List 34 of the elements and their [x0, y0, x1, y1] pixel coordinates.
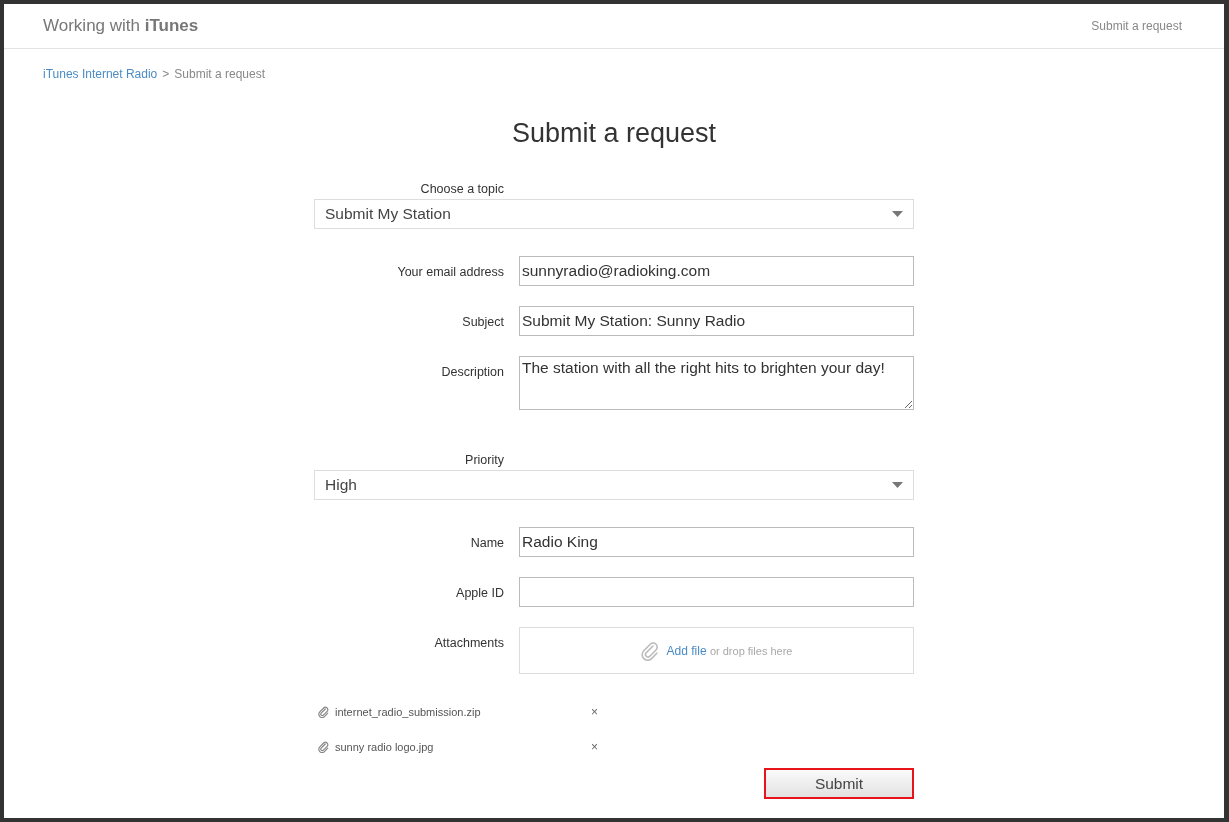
submit-button[interactable]: Submit [764, 768, 914, 799]
caret-icon [892, 482, 903, 488]
remove-button[interactable]: × [591, 704, 598, 719]
field-label: Name [470, 536, 504, 550]
field-label: Your email address [397, 265, 504, 279]
input-field[interactable] [519, 577, 914, 607]
attachment-name: sunny radio logo.jpg [335, 740, 435, 753]
field-label: Subject [462, 315, 504, 329]
breadcrumb-link[interactable]: iTunes Internet Radio [43, 67, 158, 81]
caret-icon [892, 211, 903, 217]
page-title: Submit a request [510, 118, 718, 149]
input-field[interactable]: sunnyradio@radioking.com [519, 256, 914, 286]
field-label: Attachments [434, 636, 504, 650]
input-field[interactable]: Submit My Station: Sunny Radio [519, 306, 914, 336]
dropdown[interactable]: Submit My Station [314, 199, 914, 229]
breadcrumb-separator: > [162, 67, 170, 81]
input-field[interactable]: Radio King [519, 527, 914, 557]
paperclip-icon [318, 705, 329, 718]
field-label: Priority [465, 453, 504, 467]
remove-button[interactable]: × [591, 739, 598, 754]
drop-hint: or drop files here [709, 644, 793, 657]
paperclip-icon [318, 740, 329, 753]
field-label: Description [441, 365, 504, 379]
dropdown[interactable]: High [314, 470, 914, 500]
add-file-link[interactable]: Add file [666, 643, 707, 658]
file-drop-zone[interactable]: Add file or drop files here [519, 627, 914, 674]
site-title[interactable]: Working with iTunes [43, 16, 199, 36]
nav-link[interactable]: Submit a request [1091, 19, 1182, 33]
field-label: Choose a topic [420, 182, 504, 196]
breadcrumb-current: Submit a request [174, 67, 266, 81]
text-area[interactable]: The station with all the right hits to brighten your day! [519, 356, 914, 410]
field-label: Apple ID [456, 586, 504, 600]
paperclip-icon [640, 640, 659, 661]
attachment-name: internet_radio_submission.zip [335, 705, 482, 718]
